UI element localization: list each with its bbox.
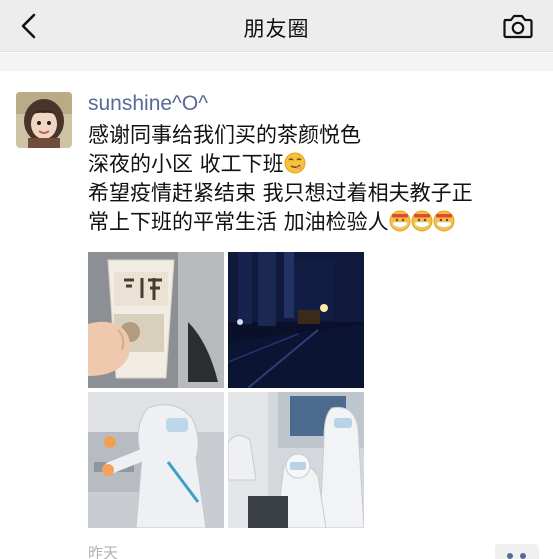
post-text-line: 深夜的小区 收工下班	[88, 150, 538, 179]
camera-icon[interactable]	[501, 11, 533, 41]
post-text-segment: 深夜的小区 收工下班	[88, 152, 284, 176]
post-text-line: 感谢同事给我们买的茶颜悦色	[88, 123, 361, 147]
separator-strip	[0, 53, 553, 71]
mask-face-emoji-icon	[389, 210, 411, 232]
dot-icon	[520, 553, 526, 559]
post-text-line: 希望疫情赶紧结束 我只想过着相夫教子正	[88, 181, 473, 205]
post-timestamp: 昨天	[88, 544, 119, 559]
avatar[interactable]	[16, 92, 72, 148]
smirk-emoji-icon	[284, 152, 306, 174]
lab-worker-photo[interactable]	[88, 392, 224, 528]
dot-icon	[507, 553, 513, 559]
mask-face-emoji-icon	[433, 210, 455, 232]
post-text: 感谢同事给我们买的茶颜悦色 深夜的小区 收工下班 希望疫情赶紧结束 我只想过着相…	[88, 121, 538, 237]
page-title: 朋友圈	[243, 17, 310, 41]
top-navigation-bar: 朋友圈	[0, 0, 553, 52]
post-text-segment: 常上下班的平常生活 加油检验人	[88, 210, 389, 234]
mask-face-emoji-icon	[411, 210, 433, 232]
sample-collection-photo[interactable]	[228, 392, 364, 528]
post-text-line: 常上下班的平常生活 加油检验人	[88, 208, 538, 237]
more-actions-button[interactable]	[495, 544, 539, 559]
tea-cup-photo[interactable]	[88, 252, 224, 388]
night-street-photo[interactable]	[228, 252, 364, 388]
username-link[interactable]: sunshine^O^	[88, 92, 208, 116]
